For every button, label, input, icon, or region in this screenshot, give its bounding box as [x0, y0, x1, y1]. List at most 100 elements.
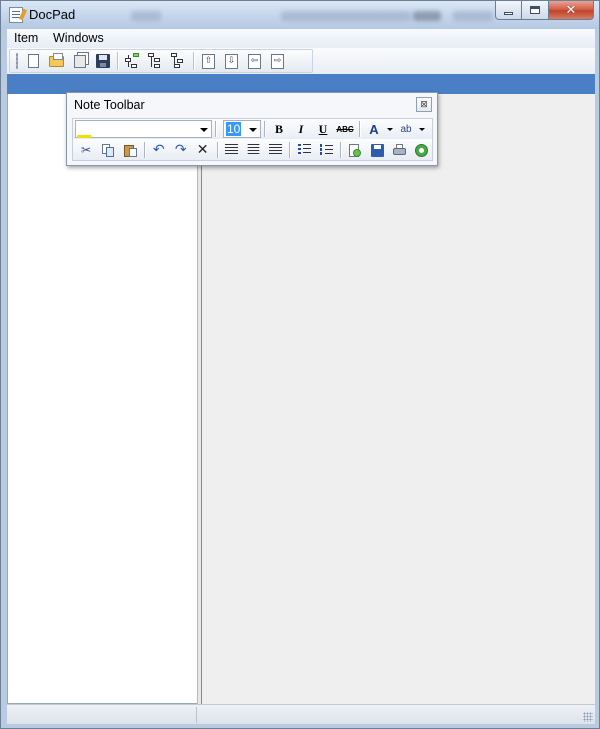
save-button[interactable] [91, 50, 114, 72]
align-center-icon [247, 144, 260, 155]
open-folder-icon [49, 52, 64, 67]
underline-button[interactable]: U [312, 119, 334, 139]
maximize-button[interactable] [522, 1, 549, 20]
move-left-icon: ⇦ [248, 53, 261, 69]
add-sibling-node-button[interactable] [144, 50, 167, 72]
toolbar-separator [193, 52, 194, 70]
toolbar-grip[interactable] [16, 53, 18, 69]
move-left-button[interactable]: ⇦ [243, 50, 266, 72]
blurred-area [131, 11, 161, 21]
menu-item-windows[interactable]: Windows [53, 31, 104, 45]
align-center-button[interactable] [243, 140, 265, 160]
align-right-icon [268, 144, 282, 155]
toolbar-separator [215, 121, 216, 137]
note-editor-pane[interactable] [202, 94, 595, 704]
chevron-down-icon[interactable] [419, 127, 425, 131]
duplicate-button[interactable] [68, 50, 91, 72]
chevron-down-icon [249, 128, 257, 132]
close-icon: ⊠ [420, 99, 428, 110]
toolbar-separator [117, 52, 118, 70]
save-note-button[interactable] [366, 140, 388, 160]
copy-document-icon [73, 54, 86, 68]
window-controls: ✕ [495, 1, 594, 20]
delete-button[interactable]: ✕ [192, 140, 214, 160]
add-node-below-button[interactable] [167, 50, 190, 72]
refresh-button[interactable] [410, 140, 432, 160]
refresh-icon [414, 143, 429, 157]
move-right-button[interactable]: ⇨ [266, 50, 289, 72]
docpad-app-icon [9, 7, 23, 23]
edit-toolbar-row: ✂ ↶ ↷ ✕ [72, 139, 433, 161]
open-button[interactable] [45, 50, 68, 72]
font-color-button[interactable]: A [77, 119, 385, 139]
blurred-area [413, 11, 441, 21]
paste-button[interactable] [119, 140, 141, 160]
bullet-list-button[interactable] [293, 140, 315, 160]
highlight-button[interactable]: ab [77, 119, 417, 139]
toolbar-separator [264, 121, 265, 137]
resize-grip[interactable] [583, 712, 593, 722]
font-name-dropdown[interactable] [75, 120, 212, 138]
add-sibling-node-icon [147, 53, 164, 69]
toolbar-separator [289, 141, 291, 158]
insert-image-icon [348, 143, 362, 157]
move-down-button[interactable]: ⇩ [220, 50, 243, 72]
format-toolbar-row: 10 B I U ABC A ab [72, 118, 433, 140]
main-toolbar: ⇧ ⇩ ⇦ ⇨ [7, 48, 595, 74]
close-button[interactable]: ✕ [549, 1, 594, 20]
numbered-list-button[interactable] [315, 140, 337, 160]
align-left-button[interactable] [221, 140, 243, 160]
move-up-icon: ⇧ [202, 53, 215, 69]
move-up-button[interactable]: ⇧ [197, 50, 220, 72]
note-toolbar-title: Note Toolbar [74, 98, 145, 112]
status-bar [7, 704, 595, 724]
window-title: DocPad [29, 7, 76, 22]
undo-button[interactable]: ↶ [148, 140, 170, 160]
save-note-icon [370, 143, 385, 157]
add-child-node-button[interactable] [121, 50, 144, 72]
toolbar-separator [359, 121, 360, 137]
move-right-icon: ⇨ [271, 53, 284, 69]
numbered-list-icon [319, 144, 333, 155]
blurred-area [281, 11, 411, 21]
toolbar-separator [143, 141, 145, 158]
new-document-button[interactable] [22, 50, 45, 72]
undo-icon: ↶ [152, 141, 165, 158]
align-right-button[interactable] [265, 140, 287, 160]
new-document-icon [28, 54, 39, 68]
font-size-value: 10 [226, 122, 242, 136]
chevron-down-icon [200, 128, 208, 132]
minimize-button[interactable] [495, 1, 522, 20]
highlight-icon: ab [400, 123, 412, 135]
blurred-area [453, 11, 493, 21]
bullet-list-icon [297, 144, 311, 155]
cut-icon: ✂ [80, 142, 91, 157]
close-icon: ✕ [565, 2, 577, 18]
bold-button[interactable]: B [268, 119, 290, 139]
minimize-icon [504, 11, 513, 15]
toolbar-separator [340, 141, 342, 158]
copy-icon [101, 143, 115, 157]
chevron-down-icon[interactable] [387, 127, 393, 131]
redo-icon: ↷ [174, 141, 187, 158]
redo-button[interactable]: ↷ [170, 140, 192, 160]
strikethrough-button[interactable]: ABC [334, 119, 356, 139]
tab-strip [7, 74, 595, 94]
add-child-node-icon [124, 53, 141, 69]
title-bar[interactable]: DocPad ✕ [1, 1, 599, 29]
app-window: DocPad ✕ Item Windows ⇧ ⇩ ⇦ ⇨ Note Toolb… [0, 0, 600, 729]
note-toolbar-window[interactable]: Note Toolbar ⊠ 10 B I U ABC A ab ✂ ↶ ↷ ✕ [66, 92, 438, 166]
tree-pane[interactable] [7, 94, 197, 704]
insert-image-button[interactable] [344, 140, 366, 160]
highlight-swatch [77, 135, 91, 138]
maximize-icon [530, 6, 540, 14]
font-size-dropdown[interactable]: 10 [223, 120, 261, 138]
toolbar-group: ⇧ ⇩ ⇦ ⇨ [9, 49, 313, 73]
note-toolbar-close-button[interactable]: ⊠ [416, 97, 432, 112]
copy-button[interactable] [97, 140, 119, 160]
print-button[interactable] [388, 140, 410, 160]
cut-button[interactable]: ✂ [75, 140, 97, 160]
italic-button[interactable]: I [290, 119, 312, 139]
move-down-icon: ⇩ [225, 53, 238, 69]
menu-item-item[interactable]: Item [14, 31, 38, 45]
